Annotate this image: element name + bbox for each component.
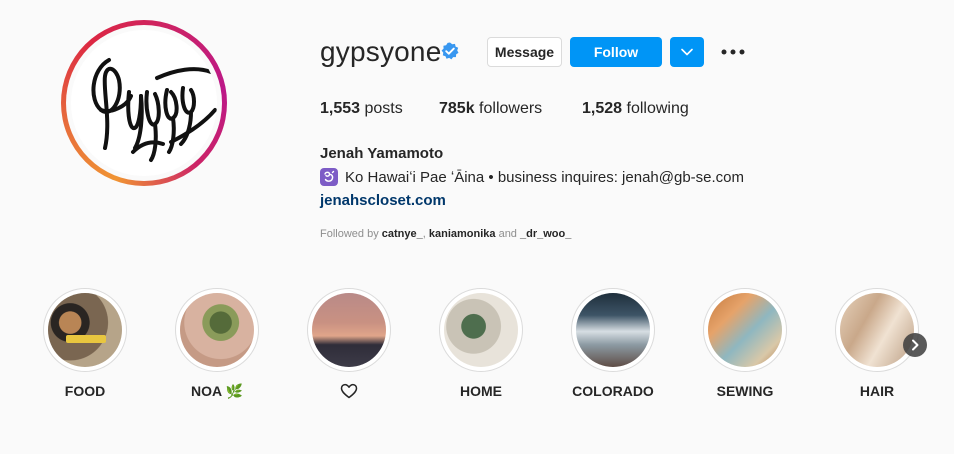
highlight-food[interactable]: FOOD: [43, 288, 127, 399]
bio-text: Ko Hawaiʻi Pae ʻĀina • business inquires…: [345, 168, 745, 186]
highlight-cover: [444, 293, 518, 367]
highlight-sewing[interactable]: SEWING: [703, 288, 787, 399]
highlight-home[interactable]: HOME: [439, 288, 523, 399]
highlight-cover: [840, 293, 914, 367]
following-stat[interactable]: 1,528 following: [582, 100, 689, 118]
followers-label: followers: [474, 100, 543, 117]
highlight-label: COLORADO: [572, 383, 654, 399]
followed-by: Followed by catnye_, kaniamonika and _dr…: [320, 228, 571, 240]
following-count: 1,528: [582, 100, 623, 117]
highlight-cover: [576, 293, 650, 367]
follow-button[interactable]: Follow: [570, 37, 662, 67]
follower-link-2[interactable]: kaniamonika: [429, 228, 496, 240]
posts-stat: 1,553 posts: [320, 100, 403, 118]
highlight-noa[interactable]: NOA 🌿: [175, 288, 259, 399]
followers-count: 785k: [439, 100, 475, 117]
highlights-next-button[interactable]: [903, 333, 927, 357]
follower-link-1[interactable]: catnye_: [382, 228, 423, 240]
profile-website-link[interactable]: jenahscloset.com: [320, 192, 446, 209]
profile-bio: Ko Hawaiʻi Pae ʻĀina • business inquires…: [320, 168, 744, 186]
highlight-label: NOA 🌿: [191, 383, 243, 399]
highlight-colorado[interactable]: COLORADO: [571, 288, 655, 399]
followed-by-and: and: [495, 228, 520, 240]
highlight-cover: [48, 293, 122, 367]
more-horizontal-icon[interactable]: [720, 42, 746, 62]
chevron-down-icon: [681, 48, 693, 56]
avatar-logo: [71, 30, 217, 176]
highlight-cover: [708, 293, 782, 367]
hindu-symbol-icon: [320, 168, 338, 186]
posts-label: posts: [360, 100, 403, 117]
following-label: following: [622, 100, 689, 117]
posts-count: 1,553: [320, 100, 361, 117]
verified-badge-icon: [441, 42, 459, 60]
suggested-dropdown-button[interactable]: [670, 37, 704, 67]
heart-outline-icon: [340, 383, 358, 399]
follower-link-3[interactable]: _dr_woo_: [520, 228, 571, 240]
highlight-label: HOME: [460, 383, 502, 399]
highlight-label: SEWING: [716, 383, 774, 399]
profile-username: gypsyone: [320, 36, 442, 67]
highlight-hair[interactable]: HAIR: [835, 288, 919, 399]
highlight-cover: [312, 293, 386, 367]
chevron-right-icon: [912, 339, 919, 351]
profile-avatar[interactable]: [61, 20, 227, 186]
profile-full-name: Jenah Yamamoto: [320, 145, 444, 162]
followed-by-prefix: Followed by: [320, 228, 382, 240]
followers-stat[interactable]: 785k followers: [439, 100, 542, 118]
highlight-label: [287, 383, 411, 402]
gypsy-signature-logo: [91, 58, 217, 162]
message-button[interactable]: Message: [487, 37, 562, 67]
highlight-cover: [180, 293, 254, 367]
highlight-heart[interactable]: [307, 288, 391, 399]
highlight-label: FOOD: [64, 383, 106, 399]
highlight-label: HAIR: [859, 383, 895, 399]
